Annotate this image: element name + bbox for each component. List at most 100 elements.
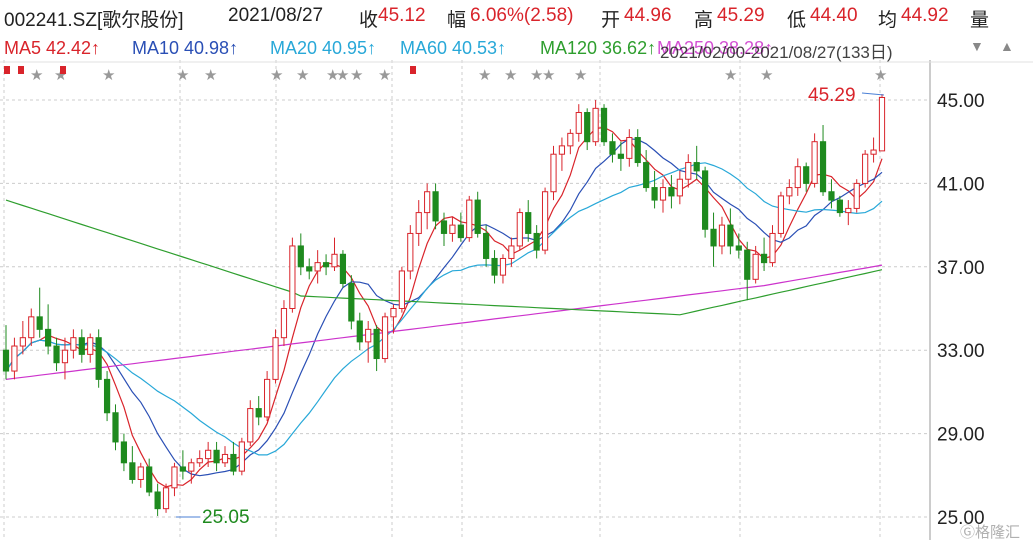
- candle-up: [853, 182, 860, 209]
- change-label: 幅: [447, 10, 467, 31]
- candle-up: [676, 178, 683, 197]
- change-value: 6.06%(2.58): [470, 5, 574, 26]
- candle-up: [499, 257, 507, 276]
- ma20-line: [5, 162, 883, 456]
- candle-up: [314, 262, 321, 272]
- candle-down: [297, 245, 304, 268]
- ma60-legend: MA60 40.53↑: [400, 38, 507, 58]
- candle-up: [862, 153, 869, 184]
- candle-up: [171, 466, 178, 489]
- low-price-label: 25.05: [202, 507, 250, 528]
- candle-up: [11, 345, 18, 372]
- candle-up: [516, 212, 523, 247]
- ma60-line: [5, 264, 883, 380]
- candle-up: [289, 245, 296, 309]
- star-icon: ★: [204, 67, 217, 84]
- y-tick-label: 33.00: [937, 341, 985, 362]
- candlestick-series: [2, 93, 886, 516]
- candle-up: [878, 96, 886, 152]
- candle-down: [474, 199, 481, 234]
- star-icon: ★: [760, 67, 773, 84]
- ma5-line: [5, 126, 883, 488]
- candle-up: [87, 337, 94, 355]
- price-axis: 45.0041.0037.0033.0029.0025.00: [937, 91, 985, 529]
- quote-date: 2021/08/27: [228, 5, 324, 26]
- candle-up: [272, 337, 279, 380]
- candle-down: [36, 316, 43, 330]
- candle-down: [803, 166, 810, 184]
- candle-down: [306, 266, 313, 272]
- candle-down: [609, 141, 616, 155]
- candle-up: [541, 191, 549, 251]
- candle-up: [626, 137, 633, 159]
- candle-up: [188, 462, 195, 472]
- ma20-legend: MA20 40.95↑: [270, 38, 377, 58]
- chevron-up-icon[interactable]: ▲: [1000, 38, 1014, 54]
- candle-down: [339, 253, 347, 284]
- candle-up: [280, 308, 288, 339]
- candle-up: [415, 212, 422, 234]
- high-price-leader: [861, 92, 885, 96]
- open-value: 44.96: [624, 5, 672, 26]
- chart-grid: [0, 60, 1033, 540]
- candle-up: [238, 441, 245, 472]
- candle-down: [600, 107, 608, 143]
- candle-down: [146, 466, 153, 493]
- candle-up: [845, 207, 852, 214]
- candle-down: [154, 491, 161, 510]
- candle-down: [373, 328, 380, 360]
- candle-up: [718, 224, 726, 247]
- candle-down: [836, 199, 843, 214]
- candle-down: [179, 466, 186, 472]
- flag-icon: [18, 66, 24, 74]
- chevron-down-icon[interactable]: ▼: [970, 38, 984, 54]
- star-icon: ★: [296, 67, 309, 84]
- candle-up: [550, 153, 557, 193]
- candle-down: [112, 412, 119, 443]
- candle-up: [70, 337, 77, 351]
- low-value: 44.40: [810, 5, 858, 26]
- candle-down: [432, 191, 439, 222]
- open-label: 开: [601, 10, 621, 31]
- star-icon: ★: [350, 67, 363, 84]
- candle-up: [398, 270, 405, 309]
- star-icon: ★: [176, 67, 189, 84]
- y-tick-label: 29.00: [937, 425, 985, 446]
- candle-down: [710, 228, 717, 247]
- high-value: 45.29: [717, 5, 765, 26]
- candle-down: [120, 441, 128, 464]
- candle-down: [533, 232, 540, 251]
- ma120-legend: MA120 36.62↑: [540, 38, 657, 58]
- candle-up: [592, 107, 599, 143]
- candle-down: [230, 453, 237, 472]
- star-icon: ★: [378, 67, 391, 84]
- avg-label: 均: [878, 10, 898, 31]
- candlestick-chart: 45.0041.0037.0033.0029.0025.00 ★ ★ ★ ★ ★ ★ ★ ★★…: [0, 60, 1033, 540]
- candle-down: [129, 462, 136, 480]
- candle-up: [390, 308, 397, 318]
- candle-down: [744, 249, 751, 280]
- star-markers: ★ ★ ★ ★ ★ ★ ★ ★★ ★ ★ ★ ★ ★★ ★ ★ ★ ★: [4, 66, 887, 84]
- y-tick-label: 45.00: [937, 91, 985, 112]
- flag-icon: [4, 66, 10, 74]
- ma-legend: MA5 42.42↑ MA10 40.98↑ MA20 40.95↑ MA60 …: [0, 34, 1033, 62]
- candle-up: [247, 408, 254, 443]
- candle-down: [525, 212, 532, 234]
- candle-up: [777, 195, 785, 234]
- candle-up: [575, 112, 582, 134]
- star-icon: ★: [874, 67, 887, 84]
- candle-down: [348, 282, 355, 322]
- flag-icon: [410, 66, 416, 74]
- candle-down: [727, 224, 734, 247]
- candle-up: [567, 132, 574, 147]
- candle-up: [786, 187, 793, 197]
- candle-down: [2, 349, 10, 372]
- candle-down: [693, 162, 700, 172]
- quote-header: 002241.SZ[歌尔股份] 2021/08/27 收 45.12 幅 6.0…: [0, 0, 1033, 34]
- candle-up: [811, 141, 818, 184]
- candle-up: [205, 449, 212, 460]
- y-tick-label: 37.00: [937, 258, 985, 279]
- close-value: 45.12: [378, 5, 426, 26]
- high-price-label: 45.29: [808, 85, 856, 106]
- candle-up: [769, 232, 776, 264]
